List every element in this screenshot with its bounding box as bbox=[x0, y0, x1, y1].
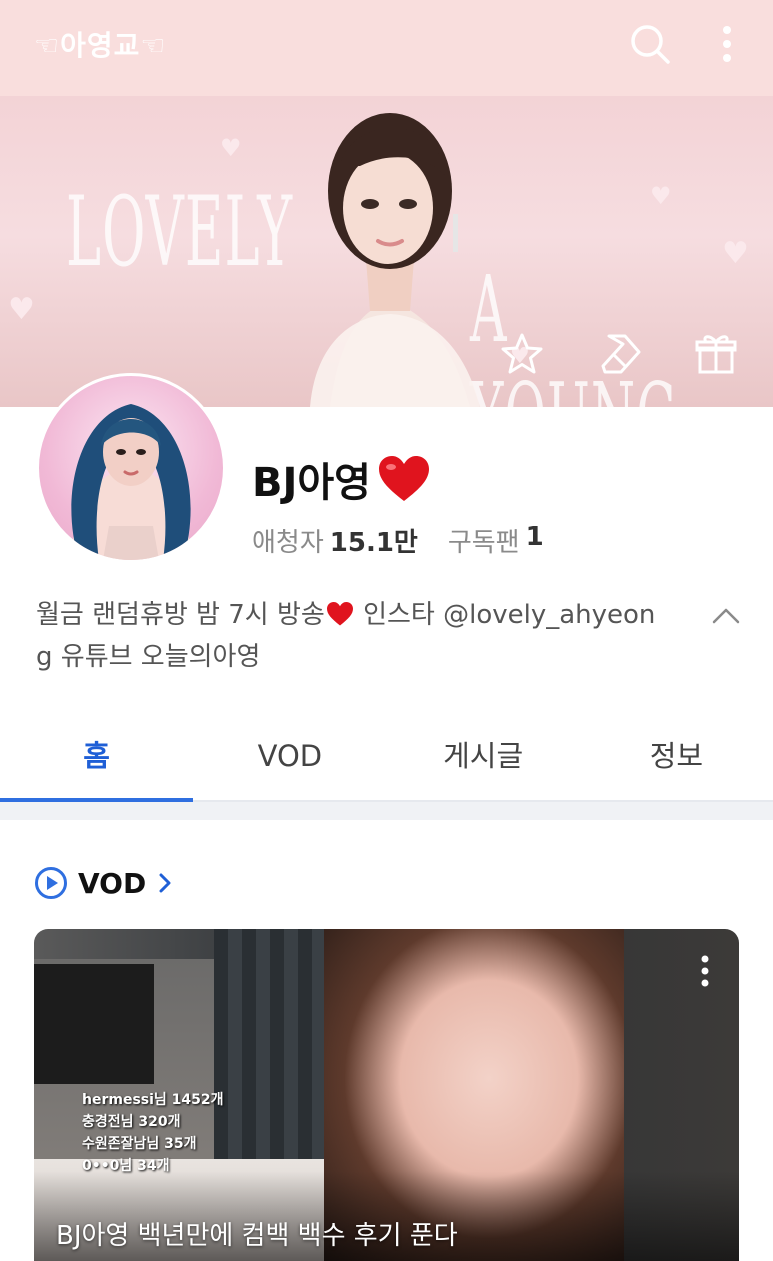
channel-tabs: 홈 VOD 게시글 정보 bbox=[0, 716, 773, 802]
more-vertical-icon[interactable] bbox=[705, 22, 749, 66]
overlay-line: 충경전님 320개 bbox=[82, 1114, 181, 1130]
heart-decoration-icon: ♥ bbox=[8, 292, 35, 327]
tab-posts[interactable]: 게시글 bbox=[387, 716, 580, 800]
tab-vod[interactable]: VOD bbox=[193, 716, 386, 800]
vod-thumbnail-curtain bbox=[214, 929, 334, 1169]
avatar[interactable] bbox=[36, 373, 226, 563]
bio-text-part3: g 유튜브 오늘의아영 bbox=[36, 642, 261, 672]
red-heart-icon bbox=[326, 602, 353, 626]
vod-thumbnail-tv bbox=[34, 964, 154, 1084]
heart-decoration-icon: ♥ bbox=[220, 134, 242, 162]
viewers-count: 15.1만 bbox=[329, 528, 418, 558]
search-icon[interactable] bbox=[628, 22, 672, 66]
vod-card-title: BJ아영 백년만에 컴백 백수 후기 푼다 bbox=[56, 1221, 458, 1251]
profile-stats: 애청자 15.1만 구독팬 1 bbox=[252, 522, 544, 559]
channel-title: ☜아영교☜ bbox=[34, 29, 167, 62]
profile-name: BJ아영 bbox=[252, 450, 431, 508]
top-bar: ☜아영교☜ bbox=[0, 0, 773, 96]
bio-text-part1: 월금 랜덤휴방 밤 7시 방송 bbox=[36, 600, 325, 630]
heart-decoration-icon: ♥ bbox=[722, 236, 749, 271]
tab-info[interactable]: 정보 bbox=[580, 716, 773, 800]
banner-word-lovely: LOVELY bbox=[66, 176, 294, 288]
vod-section-title: VOD bbox=[78, 866, 147, 900]
channel-banner: LOVELY A YOUNG ♥ ♥ ♥ ♥ ♥ bbox=[0, 96, 773, 407]
favorite-star-icon[interactable] bbox=[498, 330, 546, 378]
section-divider bbox=[0, 802, 773, 820]
profile-name-text: BJ아영 bbox=[252, 460, 371, 506]
tab-home[interactable]: 홈 bbox=[0, 716, 194, 802]
heart-decoration-icon: ♥ bbox=[650, 182, 672, 210]
overlay-line: hermessi님 1452개 bbox=[82, 1092, 224, 1108]
vod-section-header[interactable]: VOD bbox=[34, 866, 174, 900]
chevron-right-icon bbox=[159, 873, 171, 893]
overlay-line: 수원존잘남님 35개 bbox=[82, 1136, 197, 1152]
vod-card[interactable]: hermessi님 1452개 충경전님 320개 수원존잘남님 35개 0••… bbox=[34, 929, 739, 1261]
channel-bio: 월금 랜덤휴방 밤 7시 방송 인스타 @lovely_ahyeon g 유튜브… bbox=[36, 594, 688, 678]
avatar-image bbox=[69, 404, 193, 560]
play-circle-icon bbox=[35, 867, 67, 899]
bio-text-part2: 인스타 @lovely_ahyeon bbox=[354, 600, 656, 630]
fans-count: 1 bbox=[525, 522, 544, 552]
fans-label: 구독팬 bbox=[447, 528, 520, 558]
ticket-icon[interactable] bbox=[595, 330, 643, 378]
vod-thumbnail-overlay: hermessi님 1452개 충경전님 320개 수원존잘남님 35개 0••… bbox=[82, 1089, 224, 1177]
red-heart-icon bbox=[378, 456, 429, 501]
banner-portrait bbox=[310, 113, 480, 407]
chevron-up-icon[interactable] bbox=[708, 598, 744, 634]
more-vertical-icon[interactable] bbox=[689, 953, 721, 989]
viewers-label: 애청자 bbox=[252, 528, 324, 558]
gift-icon[interactable] bbox=[692, 330, 740, 378]
